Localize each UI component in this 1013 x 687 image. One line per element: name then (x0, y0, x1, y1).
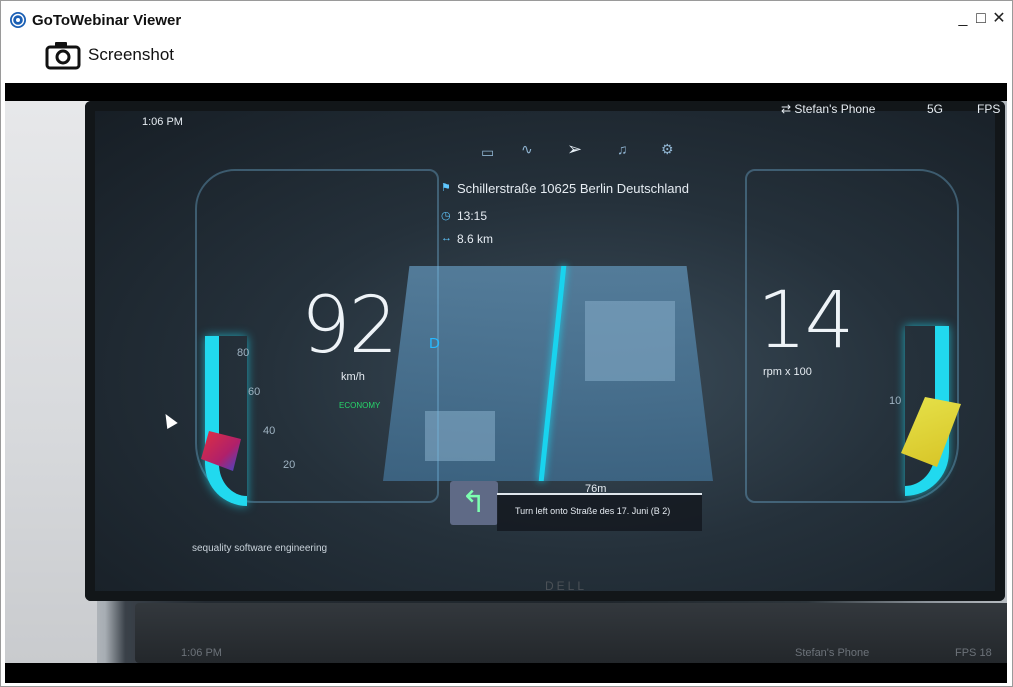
arrival-time: 13:15 (457, 209, 488, 223)
turn-arrow-box: ↰ (450, 481, 498, 525)
minimize-button[interactable]: _ (954, 9, 972, 29)
speed-value: 92 (301, 281, 398, 371)
window-title: GoToWebinar Viewer (32, 12, 182, 29)
remaining-distance: 8.6 km (457, 232, 494, 246)
hud-fps: FPS (977, 102, 1001, 116)
settings-icon: ⚙ (661, 141, 674, 157)
speed-unit: km/h (341, 371, 365, 383)
shared-screen-view[interactable]: 1:06 PM ⇄ Stefan's Phone 5G FPS ▭ ∿ ➢ ♫ … (5, 83, 1007, 683)
rpm-value: 14 (757, 276, 854, 366)
maximize-button[interactable]: □ (972, 9, 990, 29)
minimize-icon: _ (958, 10, 968, 27)
gear-indicator: D (429, 335, 440, 352)
base-phone: Stefan's Phone (795, 647, 870, 659)
gauge-tick: 10 (889, 395, 902, 407)
turn-instruction-panel: 76m Turn left onto Straße des 17. Juni (… (497, 483, 702, 531)
hud-phone: ⇄ Stefan's Phone (781, 102, 876, 116)
flag-icon: ⚑ (441, 182, 451, 194)
turn-distance: 76m (585, 483, 607, 495)
gotowebinar-logo-icon (10, 12, 26, 28)
webcam-video-frame: 1:06 PM ⇄ Stefan's Phone 5G FPS ▭ ∿ ➢ ♫ … (5, 101, 1007, 663)
hud-signal: 5G (927, 102, 944, 116)
viewer-window: GoToWebinar Viewer _ □ ✕ Screenshot 1:06… (0, 0, 1013, 687)
base-clock: 1:06 PM (181, 647, 222, 659)
screenshot-button[interactable]: Screenshot (45, 39, 174, 71)
base-fps: FPS 18 (955, 647, 992, 659)
gauge-tick: 20 (283, 459, 296, 471)
background-wall (5, 101, 97, 663)
chart-icon: ∿ (521, 141, 533, 157)
gauge-tick: 40 (263, 425, 276, 437)
turn-instruction: Turn left onto Straße des 17. Juni (B 2) (515, 506, 671, 516)
footer-credit: sequality software engineering (192, 543, 328, 554)
map-building (585, 301, 675, 381)
turn-left-icon: ↰ (461, 486, 487, 519)
title-bar: GoToWebinar Viewer _ □ ✕ (1, 1, 1012, 39)
media-icon: ▭ (481, 144, 495, 160)
hud-clock: 1:06 PM (142, 116, 183, 128)
navigation-icon: ➢ (567, 139, 583, 159)
dell-logo: DELL (545, 579, 588, 593)
close-button[interactable]: ✕ (990, 9, 1008, 29)
camera-icon (45, 42, 81, 70)
maximize-icon: □ (976, 10, 986, 27)
close-icon: ✕ (992, 10, 1006, 27)
destination-address: Schillerstraße 10625 Berlin Deutschland (457, 181, 689, 196)
clock-icon: ◷ (441, 210, 451, 222)
gauge-tick: 60 (248, 386, 261, 398)
distance-icon: ↔ (441, 232, 452, 244)
speed-arc (205, 336, 247, 506)
drive-mode: ECONOMY (339, 401, 381, 410)
music-icon: ♫ (617, 141, 628, 157)
gauge-tick: 80 (237, 347, 250, 359)
laptop-base (135, 603, 1007, 663)
screenshot-label: Screenshot (88, 45, 174, 64)
rpm-unit: rpm x 100 (763, 366, 812, 378)
